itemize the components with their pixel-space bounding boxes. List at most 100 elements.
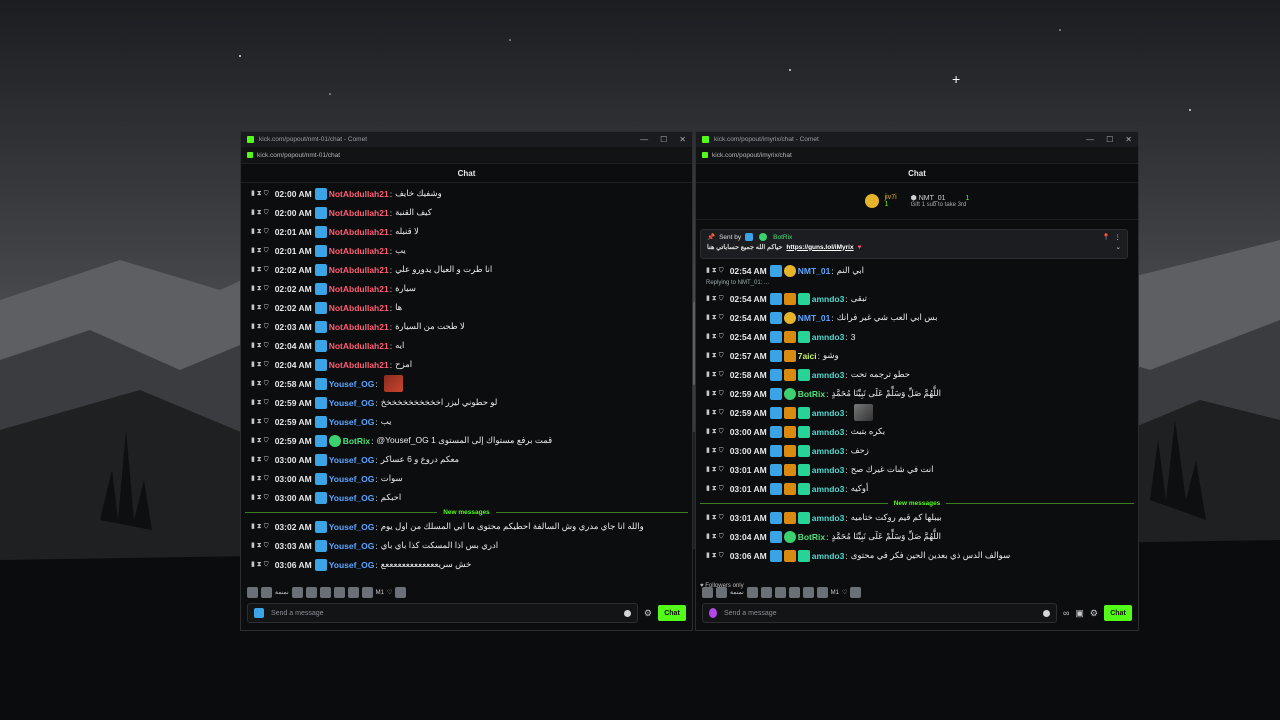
mod-actions-icon[interactable]: ▮ ⧗ ⛉ — [251, 398, 269, 407]
username[interactable]: NotAbdullah21 — [329, 341, 389, 351]
username[interactable]: amndo3 — [812, 332, 845, 342]
emote-count[interactable]: M1 — [376, 590, 384, 596]
mod-actions-icon[interactable]: ▮ ⧗ ⛉ — [251, 541, 269, 550]
mod-actions-icon[interactable]: ▮ ⧗ ⛉ — [251, 379, 269, 388]
mod-actions-icon[interactable]: ▮ ⧗ ⛉ — [251, 493, 269, 502]
mod-actions-icon[interactable]: ▮ ⧗ ⛉ — [251, 341, 269, 350]
username[interactable]: amndo3 — [812, 465, 845, 475]
mod-actions-icon[interactable]: ▮ ⧗ ⛉ — [251, 522, 269, 531]
mod-actions-icon[interactable]: ▮ ⧗ ⛉ — [706, 408, 724, 417]
username[interactable]: NotAbdullah21 — [329, 303, 389, 313]
send-chat-button[interactable]: Chat — [1104, 605, 1132, 621]
emote-icon[interactable] — [746, 587, 758, 598]
username[interactable]: NotAbdullah21 — [329, 360, 389, 370]
emote-icon[interactable] — [702, 587, 713, 598]
username[interactable]: Yousef_OG — [329, 455, 375, 465]
heart-icon[interactable]: ♡ — [387, 589, 392, 596]
mod-actions-icon[interactable]: ▮ ⧗ ⛉ — [251, 303, 269, 312]
heart-icon[interactable]: ♡ — [842, 589, 847, 596]
emote-icon[interactable] — [361, 587, 373, 598]
username[interactable]: Yousef_OG — [329, 398, 375, 408]
mod-actions-icon[interactable]: ▮ ⧗ ⛉ — [251, 265, 269, 274]
username[interactable]: Yousef_OG — [329, 560, 375, 570]
mod-actions-icon[interactable]: ▮ ⧗ ⛉ — [706, 313, 724, 322]
emote-icon[interactable] — [319, 587, 331, 598]
close-icon[interactable]: ✕ — [679, 135, 686, 144]
mod-actions-icon[interactable]: ▮ ⧗ ⛉ — [706, 427, 724, 436]
emote-icon[interactable] — [291, 587, 303, 598]
emote-icon[interactable] — [760, 587, 772, 598]
infinity-icon[interactable]: ∞ — [1063, 608, 1069, 618]
close-icon[interactable]: ✕ — [1125, 135, 1132, 144]
send-chat-button[interactable]: Chat — [658, 605, 686, 621]
mod-actions-icon[interactable]: ▮ ⧗ ⛉ — [706, 266, 724, 275]
maximize-icon[interactable]: ☐ — [1106, 135, 1113, 144]
username[interactable]: NMT_01 — [798, 266, 831, 276]
emote-icon[interactable] — [802, 587, 814, 598]
message-input[interactable]: Send a message — [702, 603, 1057, 623]
emote-icon[interactable] — [716, 587, 727, 598]
more-options-icon[interactable]: ⋮ — [1115, 233, 1122, 241]
username[interactable]: NotAbdullah21 — [329, 246, 389, 256]
username[interactable]: BotRix — [798, 389, 825, 399]
reply-indicator[interactable]: Replying to NMT_01: ... — [696, 280, 1138, 289]
username[interactable]: NotAbdullah21 — [329, 322, 389, 332]
mod-actions-icon[interactable]: ▮ ⧗ ⛉ — [706, 532, 724, 541]
mod-actions-icon[interactable]: ▮ ⧗ ⛉ — [706, 332, 724, 341]
username[interactable]: amndo3 — [812, 408, 845, 418]
mod-actions-icon[interactable]: ▮ ⧗ ⛉ — [251, 474, 269, 483]
mod-actions-icon[interactable]: ▮ ⧗ ⛉ — [706, 370, 724, 379]
username[interactable]: amndo3 — [812, 294, 845, 304]
mod-actions-icon[interactable]: ▮ ⧗ ⛉ — [251, 417, 269, 426]
emote-count[interactable]: M1 — [831, 590, 839, 596]
username[interactable]: NotAbdullah21 — [329, 189, 389, 199]
pinned-user[interactable]: BotRix — [773, 234, 792, 241]
emote-icon[interactable] — [395, 587, 407, 598]
microphone-icon[interactable] — [709, 608, 717, 618]
username[interactable]: amndo3 — [812, 370, 845, 380]
emote-icon[interactable] — [788, 587, 800, 598]
emote-text[interactable]: نمنمة — [730, 589, 744, 596]
unpin-icon[interactable]: 📍 — [1102, 233, 1110, 241]
username[interactable]: Yousef_OG — [329, 417, 375, 427]
maximize-icon[interactable]: ☐ — [660, 135, 667, 144]
emote-icon[interactable] — [333, 587, 345, 598]
settings-gear-icon[interactable]: ⚙ — [1090, 608, 1098, 619]
emote-icon[interactable] — [774, 587, 786, 598]
mod-actions-icon[interactable]: ▮ ⧗ ⛉ — [251, 322, 269, 331]
username[interactable]: amndo3 — [812, 484, 845, 494]
gift-box-icon[interactable]: ▣ — [1075, 608, 1084, 619]
emote-icon[interactable] — [247, 587, 258, 598]
mod-actions-icon[interactable]: ▮ ⧗ ⛉ — [251, 189, 269, 198]
username[interactable]: Yousef_OG — [329, 379, 375, 389]
mod-actions-icon[interactable]: ▮ ⧗ ⛉ — [251, 246, 269, 255]
mod-actions-icon[interactable]: ▮ ⧗ ⛉ — [706, 551, 724, 560]
username[interactable]: amndo3 — [812, 427, 845, 437]
mod-actions-icon[interactable]: ▮ ⧗ ⛉ — [251, 436, 269, 445]
gift-sub-prompt[interactable]: Gift 1 sub to take 3rd — [911, 202, 970, 208]
emote-text[interactable]: نمنمة — [275, 589, 289, 596]
username[interactable]: NotAbdullah21 — [329, 284, 389, 294]
username[interactable]: Yousef_OG — [329, 474, 375, 484]
pinned-link[interactable]: https://guns.lol/iMyrix — [786, 244, 853, 251]
mod-actions-icon[interactable]: ▮ ⧗ ⛉ — [251, 227, 269, 236]
username[interactable]: amndo3 — [812, 446, 845, 456]
username[interactable]: Yousef_OG — [329, 522, 375, 532]
minimize-icon[interactable]: — — [640, 135, 648, 144]
username[interactable]: BotRix — [798, 532, 825, 542]
address-bar[interactable]: kick.com/popout/nmt-01/chat — [241, 147, 692, 164]
username[interactable]: Yousef_OG — [329, 541, 375, 551]
mod-actions-icon[interactable]: ▮ ⧗ ⛉ — [706, 351, 724, 360]
minimize-icon[interactable]: — — [1086, 135, 1094, 144]
emote-icon[interactable] — [305, 587, 317, 598]
username[interactable]: amndo3 — [812, 513, 845, 523]
mod-actions-icon[interactable]: ▮ ⧗ ⛉ — [706, 465, 724, 474]
username[interactable]: Yousef_OG — [329, 493, 375, 503]
username[interactable]: NotAbdullah21 — [329, 208, 389, 218]
emote-icon[interactable] — [347, 587, 359, 598]
emote-icon[interactable] — [261, 587, 272, 598]
emoji-picker-icon[interactable] — [623, 609, 631, 617]
username[interactable]: NotAbdullah21 — [329, 265, 389, 275]
mod-actions-icon[interactable]: ▮ ⧗ ⛉ — [706, 484, 724, 493]
emoji-picker-icon[interactable] — [1042, 609, 1050, 617]
